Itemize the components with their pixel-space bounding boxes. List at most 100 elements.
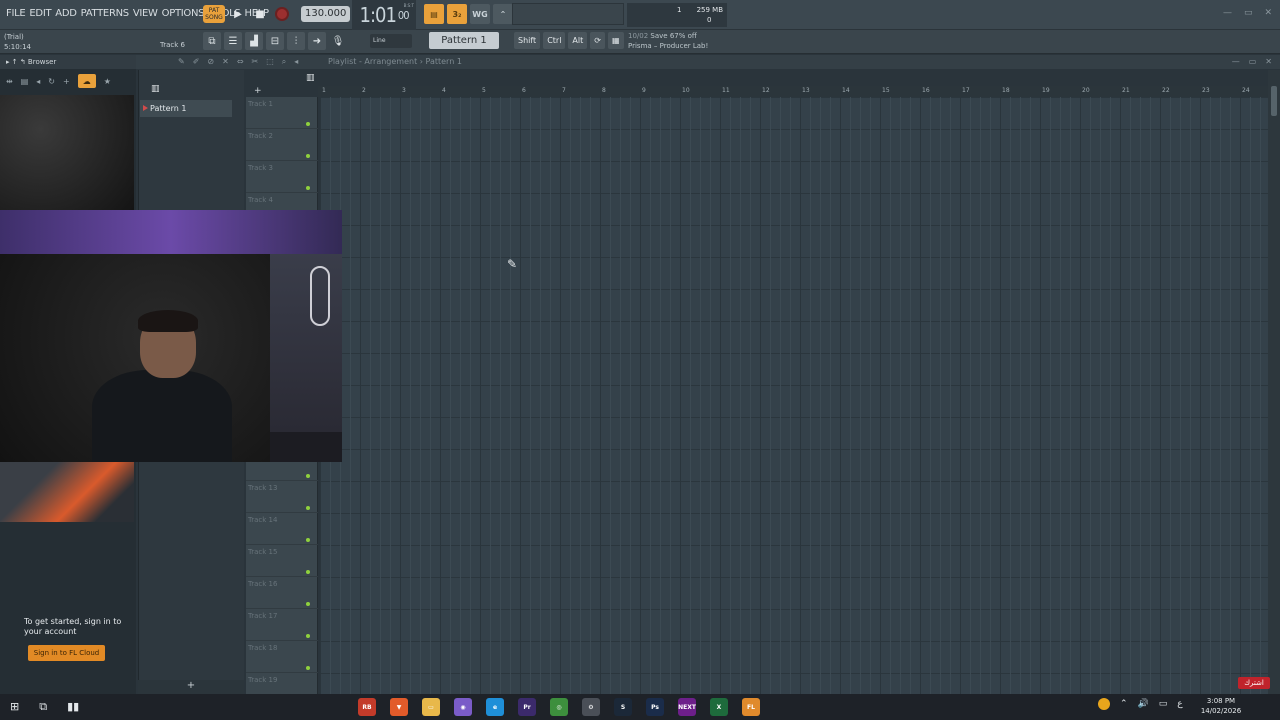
track-status-dot[interactable]	[306, 602, 310, 606]
typing-keyboard-button[interactable]: ▤	[424, 4, 444, 24]
ctrl-key[interactable]: Ctrl	[543, 32, 566, 49]
taskbar-app-icon[interactable]: ⚙	[582, 698, 600, 716]
track-header[interactable]: Track 14	[246, 513, 318, 545]
wait-for-input-button[interactable]: WG	[470, 4, 490, 24]
playlist-minimize-icon[interactable]: —	[1232, 57, 1240, 66]
tray-chevron-icon[interactable]: ⌃	[1120, 699, 1128, 709]
smart-disable-icon[interactable]: ⟳	[590, 32, 605, 49]
master-volume-box[interactable]	[512, 3, 624, 25]
track-header[interactable]: Track 16	[246, 577, 318, 609]
mixer-faders-icon[interactable]: ⫶	[287, 32, 305, 50]
slice-icon[interactable]: ✂	[252, 57, 259, 67]
channel-rack-icon[interactable]: ⧉	[203, 32, 221, 50]
task-view-icon[interactable]: ⧉	[39, 700, 47, 714]
playlist-grid[interactable]	[320, 97, 1268, 694]
paint-icon[interactable]: ✐	[193, 57, 200, 67]
taskbar-app-icon[interactable]: S	[614, 698, 632, 716]
track-header[interactable]: Track 18	[246, 641, 318, 673]
draw-icon[interactable]: ✎	[178, 57, 185, 67]
track-header[interactable]: Track 1	[246, 97, 318, 129]
close-icon[interactable]: ✕	[1264, 8, 1272, 18]
add-icon[interactable]: +	[63, 77, 70, 86]
refresh-icon[interactable]: ↻	[48, 77, 55, 86]
track-status-dot[interactable]	[306, 506, 310, 510]
track-status-dot[interactable]	[306, 570, 310, 574]
maximize-icon[interactable]: ▭	[1244, 8, 1253, 18]
taskbar-clock[interactable]: 3:08 PM 14/02/2026	[1196, 696, 1246, 716]
menu-options[interactable]: OPTIONS	[162, 4, 205, 24]
taskbar-app-icon[interactable]: RB	[358, 698, 376, 716]
taskbar-app-icon[interactable]: ▼	[390, 698, 408, 716]
signin-button[interactable]: Sign in to FL Cloud	[28, 645, 105, 661]
menu-file[interactable]: FILE	[6, 4, 26, 24]
taskbar-app-icon[interactable]: ▭	[422, 698, 440, 716]
track-status-dot[interactable]	[306, 634, 310, 638]
picker-view-icon[interactable]: ▥	[151, 84, 160, 94]
track-status-dot[interactable]	[306, 666, 310, 670]
language-indicator[interactable]: ع	[1177, 699, 1182, 709]
taskbar-app-icon[interactable]: Pr	[518, 698, 536, 716]
plugin-picker-icon[interactable]: ➜	[308, 32, 326, 50]
picker-add-button[interactable]: +	[138, 680, 244, 694]
track-status-dot[interactable]	[306, 186, 310, 190]
taskbar-app-icon[interactable]: ◎	[550, 698, 568, 716]
playback-icon[interactable]: ◂	[294, 57, 298, 67]
pat-song-toggle[interactable]: PAT SONG	[203, 5, 225, 23]
browser-nav-icons[interactable]: ▸ ↑ ↰	[6, 58, 28, 66]
vertical-scrollbar[interactable]	[1268, 70, 1280, 694]
tempo-display[interactable]: 130.000	[301, 6, 351, 22]
mute-icon[interactable]: ✕	[222, 57, 229, 67]
track-header[interactable]: Track 13	[246, 481, 318, 513]
minimize-icon[interactable]: —	[1223, 8, 1232, 18]
track-header[interactable]: Track 17	[246, 609, 318, 641]
playlist-maximize-icon[interactable]: ▭	[1249, 57, 1257, 66]
track-status-dot[interactable]	[306, 154, 310, 158]
network-icon[interactable]: ▭	[1159, 699, 1168, 709]
playlist-view-icon[interactable]: ▥	[306, 73, 315, 83]
countdown-button[interactable]: ⌃	[493, 4, 513, 24]
pattern-selector[interactable]: Pattern 1	[429, 32, 499, 49]
taskbar-app-icon[interactable]: FL	[742, 698, 760, 716]
back-icon[interactable]: ◂	[36, 77, 40, 86]
track-header[interactable]: Track 15	[246, 545, 318, 577]
menu-patterns[interactable]: PATTERNS	[81, 4, 130, 24]
windows-start-icon[interactable]: ⊞	[10, 700, 19, 714]
piano-roll-icon[interactable]: ▟	[245, 32, 263, 50]
weather-icon[interactable]	[1098, 698, 1110, 710]
star-icon[interactable]: ★	[104, 77, 111, 86]
playlist-icon[interactable]: ☰	[224, 32, 242, 50]
news-ticker[interactable]: 10/02 Save 67% off Prisma – Producer Lab…	[628, 31, 708, 51]
zoom-icon[interactable]: ⌕	[282, 57, 286, 67]
menu-edit[interactable]: EDIT	[29, 4, 51, 24]
stop-button[interactable]: ■	[251, 5, 269, 23]
mixer-icon[interactable]: ⊟	[266, 32, 284, 50]
record-button[interactable]	[273, 5, 291, 23]
shift-key[interactable]: Shift	[514, 32, 541, 49]
menu-add[interactable]: ADD	[55, 4, 77, 24]
taskbar-app-icon[interactable]: e	[486, 698, 504, 716]
widgets-icon[interactable]: ▮▮	[67, 700, 79, 714]
file-icon[interactable]: ▤	[21, 77, 29, 86]
scroll-thumb[interactable]	[1271, 86, 1277, 116]
playlist-close-icon[interactable]: ✕	[1265, 57, 1272, 66]
step-edit-button[interactable]: 3₂	[447, 4, 467, 24]
track-status-dot[interactable]	[306, 474, 310, 478]
track-header[interactable]: Track 3	[246, 161, 318, 193]
volume-icon[interactable]: 🔊	[1138, 699, 1149, 709]
track-header[interactable]: Track 2	[246, 129, 318, 161]
add-track-icon[interactable]: +	[254, 86, 262, 96]
news-icon[interactable]: ▦	[607, 32, 624, 49]
taskbar-app-icon[interactable]: NEXT	[678, 698, 696, 716]
alt-key[interactable]: Alt	[568, 32, 588, 49]
timeline-ruler[interactable]: 1 2 3 4 5 6 7 8 9 10 11 12 13 14 15 16 17 18 19 20 21 22 23 24	[318, 86, 1268, 97]
play-button[interactable]: ▶	[229, 5, 247, 23]
taskbar-app-icon[interactable]: Ps	[646, 698, 664, 716]
delete-icon[interactable]: ⊘	[207, 57, 214, 67]
snap-select[interactable]: Line	[370, 34, 412, 48]
picker-item-pattern-1[interactable]: Pattern 1	[140, 100, 232, 117]
song-position-display[interactable]: 1:01 00 B:S:T	[352, 0, 416, 30]
select-icon[interactable]: ⬚	[266, 57, 274, 67]
slip-icon[interactable]: ⇔	[237, 57, 244, 67]
collapse-icon[interactable]: ⇹	[6, 77, 13, 86]
cloud-icon[interactable]: ☁	[77, 74, 96, 88]
